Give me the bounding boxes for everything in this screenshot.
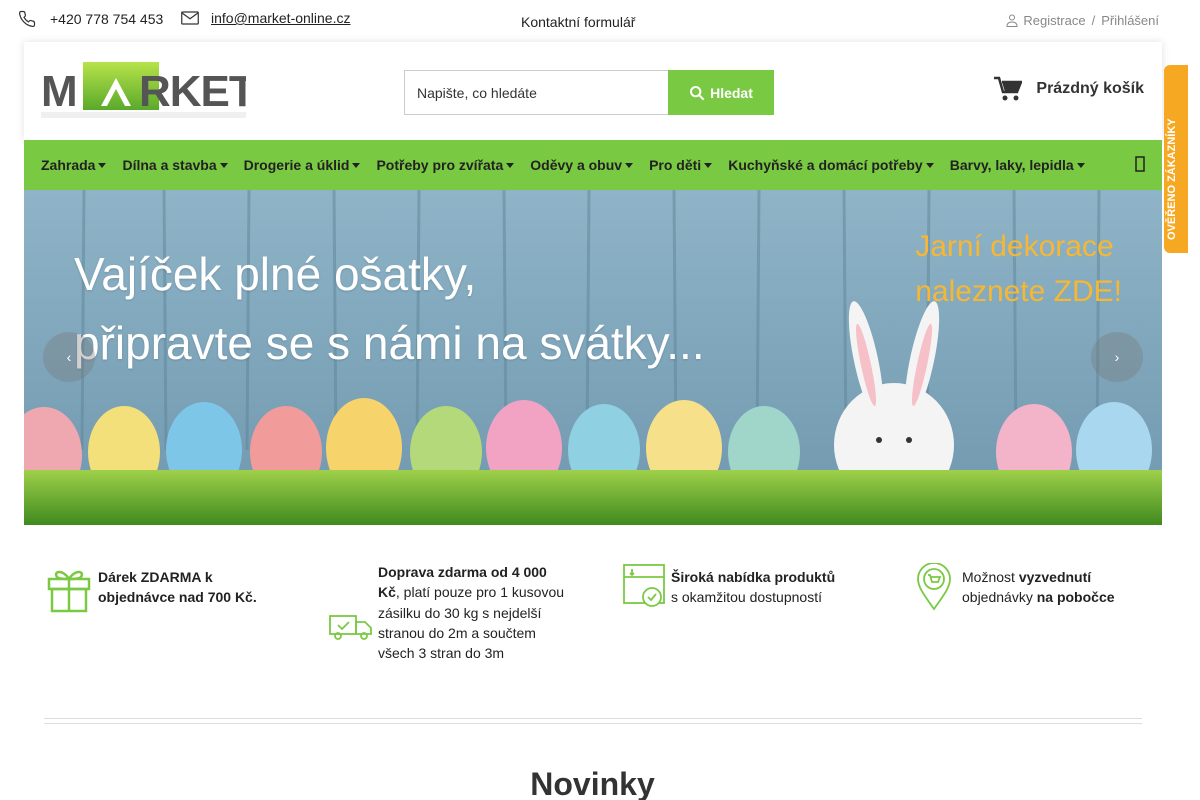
phone-contact[interactable]: +420 778 754 453: [18, 10, 163, 28]
cart-icon: [994, 76, 1023, 101]
feature-pickup-bold-1: vyzvednutí: [1018, 569, 1092, 585]
caret-down-icon: [352, 162, 361, 168]
nav-label: Potřeby pro zvířata: [376, 157, 504, 173]
phone-icon: [18, 10, 36, 28]
svg-text:M: M: [41, 67, 77, 116]
box-check-icon: [623, 564, 665, 607]
search-bar: Hledat: [404, 70, 774, 115]
nav-item-dilna[interactable]: Dílna a stavba: [122, 157, 228, 173]
chevron-right-icon: ›: [1114, 349, 1120, 365]
nav-label: Zahrada: [41, 157, 96, 173]
nav-label: Oděvy a obuv: [530, 157, 623, 173]
account-separator: /: [1091, 13, 1096, 28]
account-links: Registrace / Přihlášení: [1006, 13, 1159, 28]
caret-down-icon: [1076, 162, 1085, 168]
nav-label: Kuchyňské a domácí potřeby: [728, 157, 923, 173]
banner-promo-line-2: naleznete ZDE!: [915, 275, 1122, 308]
site-logo[interactable]: M RKET: [41, 62, 257, 122]
carousel-prev-button[interactable]: ‹: [43, 332, 95, 382]
search-button-label: Hledat: [710, 84, 753, 101]
feature-gift-line-2: objednávce nad 700 Kč.: [98, 589, 257, 606]
caret-down-icon: [925, 162, 934, 168]
caret-down-icon: [704, 162, 713, 168]
login-link[interactable]: Přihlášení: [1101, 13, 1159, 28]
feature-shipping-detail: , platí pouze pro 1 kusovou zásilku do 3…: [378, 584, 565, 662]
nav-item-drogerie[interactable]: Drogerie a úklid: [244, 157, 361, 173]
banner-line-1: Vajíček plné ošatky,: [74, 248, 477, 300]
hero-banner[interactable]: Vajíček plné ošatky, připravte se s námi…: [24, 190, 1162, 525]
section-divider: [44, 718, 1142, 724]
contact-form-link[interactable]: Kontaktní formulář: [521, 14, 635, 30]
top-bar: +420 778 754 453 info@market-online.cz K…: [0, 0, 1200, 40]
cart-label: Prázdný košík: [1036, 80, 1144, 97]
caret-down-icon: [506, 162, 515, 168]
feature-range-bold: Široká nabídka produktů: [671, 569, 836, 585]
caret-down-icon: [219, 162, 228, 168]
verified-badge-text: OVĚŘENO ZÁKAZNÍKY: [1166, 118, 1178, 240]
search-button[interactable]: Hledat: [668, 70, 774, 115]
delivery-truck-icon: [329, 615, 372, 640]
feature-wide-range: Široká nabídka produktů s okamžitou dost…: [622, 563, 835, 609]
caret-down-icon: [98, 162, 107, 168]
caret-down-icon: [625, 162, 634, 168]
main-navigation: Zahrada Dílna a stavba Drogerie a úklid …: [24, 140, 1162, 190]
feature-pickup-bold-2: na pobočce: [1036, 589, 1115, 606]
feature-range-detail: s okamžitou dostupností: [671, 589, 822, 606]
banner-promo: Jarní dekorace naleznete ZDE!: [915, 224, 1122, 314]
user-icon: [1006, 14, 1018, 27]
site-header: M RKET Hledat Prázdný košík: [24, 42, 1162, 140]
email-contact[interactable]: info@market-online.cz: [181, 10, 351, 26]
nav-label: Dílna a stavba: [122, 157, 217, 173]
carousel-next-button[interactable]: ›: [1091, 332, 1143, 382]
banner-promo-line-1: Jarní dekorace: [915, 230, 1114, 263]
feature-free-gift: Dárek ZDARMA k objednávce nad 700 Kč.: [44, 563, 257, 613]
nav-label: Drogerie a úklid: [243, 157, 350, 173]
svg-text:RKET: RKET: [139, 67, 246, 116]
nav-item-barvy[interactable]: Barvy, laky, lepidla: [950, 157, 1085, 173]
nav-item-zvirata[interactable]: Potřeby pro zvířata: [376, 157, 515, 173]
nav-more-icon[interactable]: [1134, 154, 1146, 174]
chevron-left-icon: ‹: [66, 349, 72, 365]
search-icon: [690, 85, 705, 100]
feature-gift-line-1: Dárek ZDARMA k: [98, 569, 213, 585]
email-link[interactable]: info@market-online.cz: [211, 10, 351, 26]
nav-item-zahrada[interactable]: Zahrada: [41, 157, 107, 173]
nav-label: Barvy, laky, lepidla: [949, 157, 1074, 173]
phone-number[interactable]: +420 778 754 453: [50, 11, 163, 27]
section-title: Novinky: [530, 766, 655, 800]
cart[interactable]: Prázdný košík: [994, 76, 1144, 102]
nav-item-kuchyne[interactable]: Kuchyňské a domácí potřeby: [728, 157, 934, 173]
nav-item-deti[interactable]: Pro děti: [649, 157, 713, 173]
nav-label: Pro děti: [649, 157, 702, 173]
mail-icon: [181, 11, 199, 25]
banner-line-2: připravte se s námi na svátky...: [74, 317, 705, 369]
banner-headline: Vajíček plné ošatky, připravte se s námi…: [74, 240, 705, 378]
feature-pickup-pre: Možnost: [962, 569, 1019, 585]
feature-free-shipping: Doprava zdarma od 4 000 Kč, platí pouze …: [328, 562, 568, 663]
location-cart-icon: [917, 563, 951, 611]
register-link[interactable]: Registrace: [1023, 13, 1085, 28]
feature-pickup-mid: objednávky: [962, 589, 1037, 606]
search-input[interactable]: [404, 70, 668, 115]
feature-pickup: Možnost vyzvednutí objednávky na pobočce: [916, 563, 1115, 611]
nav-item-odevy[interactable]: Oděvy a obuv: [530, 157, 634, 173]
gift-icon: [47, 570, 91, 613]
